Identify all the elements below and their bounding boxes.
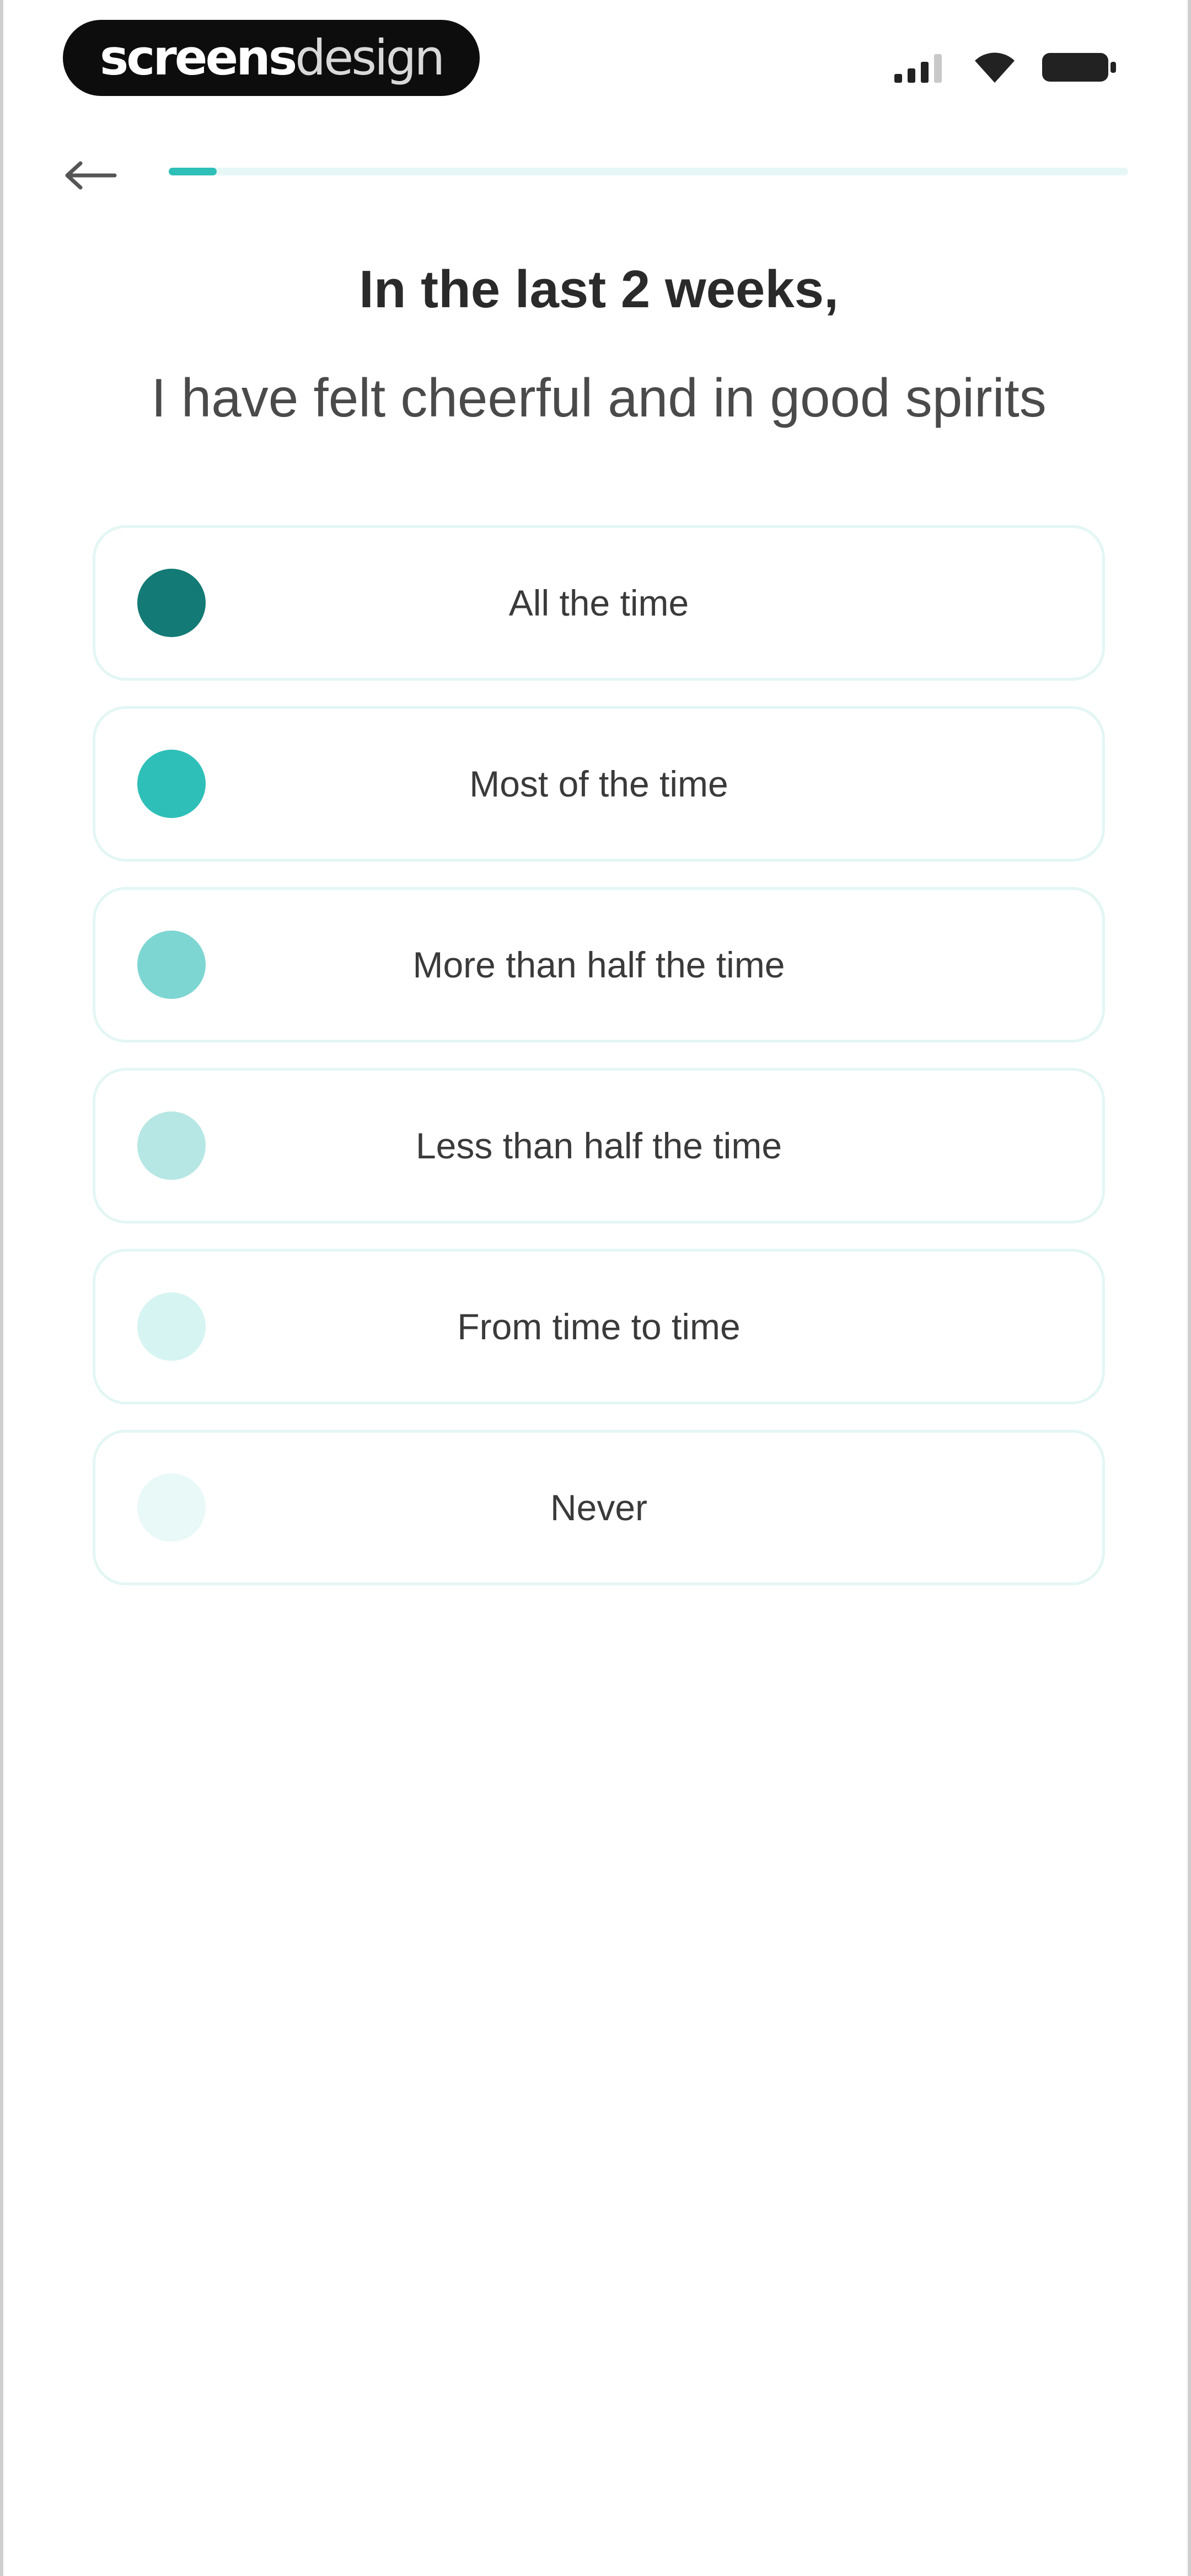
- status-icons: [894, 51, 1117, 87]
- option-dot-icon: [137, 569, 206, 637]
- screen-frame: screens design In the last 2 weeks, I ha…: [0, 0, 1191, 2576]
- option-dot-icon: [137, 750, 206, 818]
- option-all-the-time[interactable]: All the time: [93, 525, 1105, 681]
- brand-logo: screens design: [63, 20, 480, 96]
- option-label: Most of the time: [469, 763, 728, 804]
- option-label: All the time: [508, 582, 689, 623]
- question-header: In the last 2 weeks,: [359, 260, 839, 319]
- option-label: From time to time: [457, 1306, 741, 1347]
- signal-icon: [894, 52, 947, 85]
- option-label: Less than half the time: [415, 1125, 782, 1166]
- option-more-than-half[interactable]: More than half the time: [93, 887, 1105, 1043]
- brand-logo-part2: design: [295, 29, 445, 86]
- status-bar: screens design: [3, 0, 1191, 121]
- brand-logo-part1: screens: [99, 29, 297, 86]
- option-less-than-half[interactable]: Less than half the time: [93, 1068, 1105, 1223]
- progress-fill: [169, 168, 217, 175]
- option-label: Never: [550, 1487, 648, 1528]
- wifi-icon: [973, 51, 1017, 87]
- answer-options: All the time Most of the time More than …: [93, 525, 1105, 1611]
- battery-icon: [1042, 51, 1117, 87]
- option-most-of-the-time[interactable]: Most of the time: [93, 706, 1105, 862]
- arrow-left-icon: [62, 159, 117, 195]
- option-label: More than half the time: [412, 944, 785, 985]
- option-dot-icon: [137, 1111, 206, 1180]
- option-from-time-to-time[interactable]: From time to time: [93, 1249, 1105, 1404]
- question-statement: I have felt cheerful and in good spirits: [151, 367, 1047, 428]
- progress-bar: [169, 168, 1128, 175]
- option-never[interactable]: Never: [93, 1430, 1105, 1585]
- option-dot-icon: [137, 931, 206, 999]
- option-dot-icon: [137, 1292, 206, 1361]
- option-dot-icon: [137, 1473, 206, 1542]
- back-button[interactable]: [56, 154, 122, 199]
